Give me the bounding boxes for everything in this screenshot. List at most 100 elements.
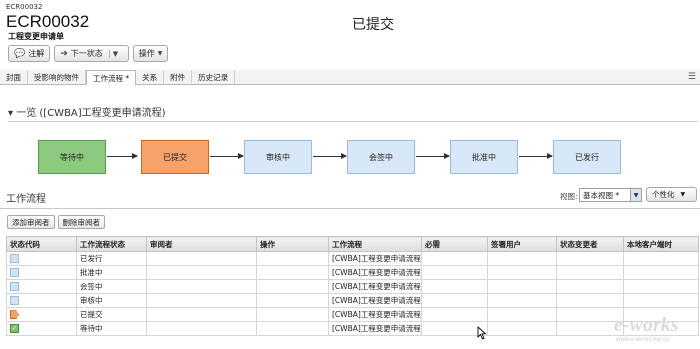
table-row[interactable]: 已发行 [CWBA]工程变更申请流程 [6, 251, 699, 266]
status-code-cell [6, 307, 77, 322]
state-cell: 等待中 [76, 321, 147, 336]
action-cell [256, 293, 329, 308]
flow-arrow [210, 153, 244, 159]
workflow-cell: [CWBA]工程变更申请流程 [328, 307, 422, 322]
status-pending-icon [10, 268, 19, 278]
tab-workflow[interactable]: 工作流程 * [86, 70, 137, 86]
tab-cover[interactable]: 封面 [0, 70, 28, 85]
workflow-section-title: 工作流程 [6, 194, 46, 205]
status-code-cell [6, 265, 77, 280]
tab-attachments[interactable]: 附件 [164, 70, 193, 85]
collapse-triangle-icon: ▾ [8, 108, 14, 119]
column-header[interactable]: 状态代码 [6, 236, 77, 252]
action-cell [256, 251, 329, 266]
personalize-label: 个性化 [652, 190, 675, 199]
status-title: 已提交 [352, 17, 394, 33]
table-row[interactable]: ✓ 等待中 [CWBA]工程变更申请流程 [6, 321, 699, 336]
tab-history[interactable]: 历史记录 [192, 70, 236, 85]
workflow-cell: [CWBA]工程变更申请流程 [328, 321, 422, 336]
object-id-title: ECR00032 [6, 12, 90, 31]
flow-step-current[interactable]: 已提交 [141, 140, 209, 174]
status-pending-icon [10, 296, 19, 306]
reviewer-cell [146, 265, 257, 280]
next-state-label: 下一状态 [70, 49, 103, 58]
watermark-logo-text: e-works [614, 314, 679, 336]
status-code-cell [6, 279, 77, 294]
workflow-cell: [CWBA]工程变更申请流程 [328, 265, 422, 280]
watermark-url: www.e-works.net.cn [615, 337, 669, 343]
flow-arrow [416, 153, 450, 159]
e-works-watermark-logo: e-works www.e-works.net.cn [614, 314, 679, 343]
table-row[interactable]: 会签中 [CWBA]工程变更申请流程 [6, 279, 699, 294]
workflow-cell: [CWBA]工程变更申请流程 [328, 293, 422, 308]
column-header[interactable]: 审阅者 [146, 236, 257, 252]
action-cell [256, 279, 329, 294]
view-label: 视图: [560, 192, 578, 201]
workflow-table: 状态代码 工作流程状态 审阅者 操作 工作流程 必需 签署用户 状态变更者 本地… [6, 236, 699, 336]
column-header[interactable]: 工作流程状态 [76, 236, 147, 252]
table-row[interactable]: 批准中 [CWBA]工程变更申请流程 [6, 265, 699, 280]
status-pending-icon [10, 254, 19, 264]
reviewer-cell [146, 321, 257, 336]
table-header-row: 状态代码 工作流程状态 审阅者 操作 工作流程 必需 签署用户 状态变更者 本地… [6, 236, 699, 252]
action-toolbar: 💬 注解 ➜ 下一状态 ▼ 操作 ▼ [8, 45, 169, 62]
note-button[interactable]: 💬 注解 [8, 45, 51, 62]
column-header[interactable]: 签署用户 [487, 236, 557, 252]
actions-menu-button[interactable]: 操作 ▼ [132, 45, 169, 62]
table-row[interactable]: 已提交 [CWBA]工程变更申请流程 [6, 307, 699, 322]
note-button-label: 注解 [28, 49, 45, 58]
flow-step[interactable]: 已发行 [553, 140, 621, 174]
status-code-cell: ✓ [6, 321, 77, 336]
flow-step[interactable]: 批准中 [450, 140, 518, 174]
flow-arrow [519, 153, 553, 159]
tab-affected-objects[interactable]: 受影响的物件 [28, 70, 86, 85]
object-id-small: ECR00032 [6, 3, 43, 11]
flow-arrow [107, 153, 138, 159]
tab-menu-icon[interactable]: ☰ [688, 72, 696, 82]
chevron-down-icon: ▼ [680, 191, 686, 198]
actions-label: 操作 [138, 49, 155, 58]
view-select[interactable]: 基本视图 * ▼ [579, 188, 642, 202]
divider [0, 208, 700, 209]
column-header[interactable]: 必需 [421, 236, 488, 252]
status-code-cell [6, 293, 77, 308]
mouse-cursor-icon [477, 326, 487, 340]
column-header[interactable]: 本地客户端时 [623, 236, 699, 252]
chevron-down-icon: ▼ [630, 189, 641, 201]
flow-step[interactable]: 会签中 [347, 140, 415, 174]
action-cell [256, 265, 329, 280]
view-select-value: 基本视图 * [583, 190, 620, 200]
reviewer-cell [146, 293, 257, 308]
table-row[interactable]: 审核中 [CWBA]工程变更申请流程 [6, 293, 699, 308]
flow-step[interactable]: 等待中 [38, 140, 106, 174]
state-cell: 批准中 [76, 265, 147, 280]
remove-reviewer-button[interactable]: 删除审阅者 [57, 215, 105, 229]
column-header[interactable]: 操作 [256, 236, 329, 252]
status-code-cell [6, 251, 77, 266]
workflow-cell: [CWBA]工程变更申请流程 [328, 251, 422, 266]
next-state-button[interactable]: ➜ 下一状态 ▼ [54, 45, 129, 62]
personalize-button[interactable]: 个性化 ▼ [646, 187, 697, 202]
workflow-cell: [CWBA]工程变更申请流程 [328, 279, 422, 294]
status-current-icon [10, 310, 19, 320]
divider [8, 121, 698, 122]
state-cell: 已发行 [76, 251, 147, 266]
flow-arrow [313, 153, 347, 159]
flow-step[interactable]: 审核中 [244, 140, 312, 174]
overview-section-header[interactable]: ▾ 一览 ([CWBA]工程变更申请流程) [8, 104, 166, 119]
tab-bar: 封面 受影响的物件 工作流程 * 关系 附件 历史记录 ☰ [0, 70, 700, 86]
tab-relations[interactable]: 关系 [136, 70, 165, 85]
column-header[interactable]: 工作流程 [328, 236, 422, 252]
state-cell: 已提交 [76, 307, 147, 322]
grid-toolbar: 添加审阅者 删除审阅者 [7, 215, 105, 229]
state-cell: 审核中 [76, 293, 147, 308]
column-header[interactable]: 状态变更者 [556, 236, 624, 252]
status-complete-icon: ✓ [10, 324, 19, 334]
reviewer-cell [146, 307, 257, 322]
object-type-label: 工程变更申请单 [8, 32, 64, 41]
state-cell: 会签中 [76, 279, 147, 294]
reviewer-cell [146, 279, 257, 294]
overview-title: 一览 ([CWBA]工程变更申请流程) [16, 108, 166, 119]
chevron-down-icon[interactable]: ▼ [108, 49, 123, 58]
add-reviewer-button[interactable]: 添加审阅者 [7, 215, 55, 229]
